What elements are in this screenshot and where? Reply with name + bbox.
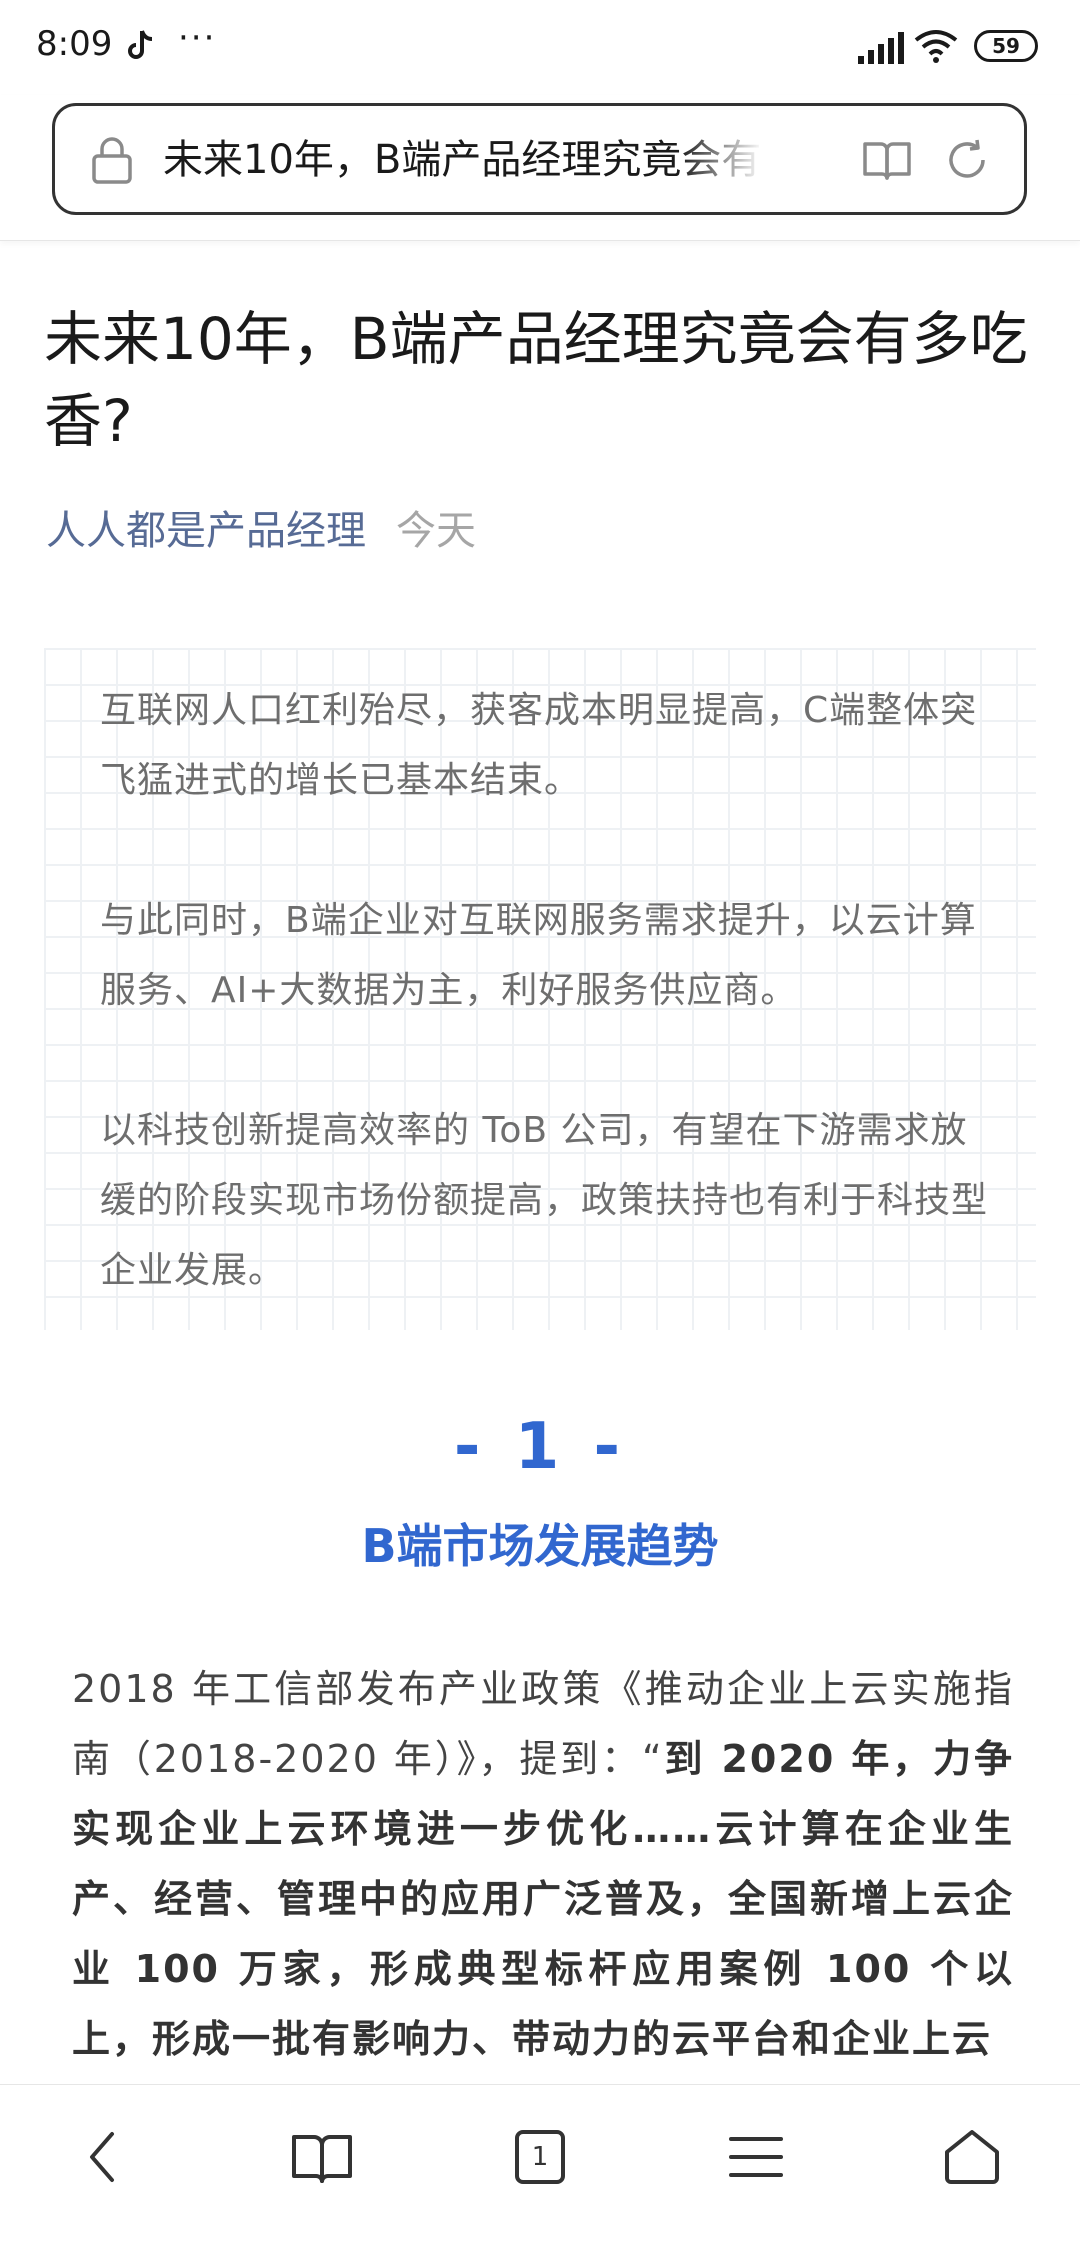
article-meta: 人人都是产品经理 今天 xyxy=(46,498,476,556)
bookmarks-button[interactable] xyxy=(286,2121,358,2193)
status-time: 8:09 xyxy=(36,24,113,64)
intro-paragraph: 互联网人口红利殆尽，获客成本明显提高，C端整体突飞猛进式的增长已基本结束。 xyxy=(100,690,978,801)
signal-icon xyxy=(858,32,904,64)
wifi-icon xyxy=(914,30,958,63)
section-title: B端市场发展趋势 xyxy=(361,1519,719,1573)
author-link[interactable]: 人人都是产品经理 xyxy=(46,508,366,554)
body-paragraph: 2018 年工信部发布产业政策《推动企业上云实施指南（2018-2020 年）》… xyxy=(72,1654,1014,2074)
back-button[interactable] xyxy=(68,2121,140,2193)
home-icon xyxy=(945,2130,999,2184)
back-icon xyxy=(90,2132,114,2182)
status-bar: 8:09 ··· 59 xyxy=(0,0,1080,95)
article-title: 未来10年，B端产品经理究竟会有多吃香? xyxy=(44,305,1028,455)
tabs-icon: 1 xyxy=(515,2130,565,2184)
battery-icon: 59 xyxy=(974,30,1038,62)
bottom-navigation: 1 xyxy=(0,2084,1080,2249)
lock-icon xyxy=(92,137,132,184)
tab-count: 1 xyxy=(531,2142,549,2172)
intro-paragraph: 与此同时，B端企业对互联网服务需求提升，以云计算服务、AI+大数据为主，利好服务… xyxy=(100,900,977,1011)
reload-icon[interactable] xyxy=(943,136,991,184)
status-more-dots: ··· xyxy=(178,18,217,58)
body-text-bold: 到 2020 年，力争实现企业上云环境进一步优化……云计算在企业生产、经营、管理… xyxy=(72,1737,1014,2061)
bookmarks-icon xyxy=(292,2135,352,2183)
menu-icon xyxy=(729,2137,783,2177)
home-button[interactable] xyxy=(936,2121,1008,2193)
tabs-button[interactable]: 1 xyxy=(504,2121,576,2193)
address-bar-title[interactable]: 未来10年，B端产品经理究竟会有多吃香？ xyxy=(163,130,763,190)
address-bar[interactable]: 未来10年，B端产品经理究竟会有多吃香？ xyxy=(52,103,1027,215)
intro-paragraph: 以科技创新提高效率的 ToB 公司，有望在下游需求放缓的阶段实现市场份额提高，政… xyxy=(100,1110,989,1291)
section-number: - 1 - xyxy=(453,1410,627,1484)
browser-toolbar: 未来10年，B端产品经理究竟会有多吃香？ xyxy=(0,95,1080,241)
reader-mode-icon[interactable] xyxy=(861,136,913,184)
publish-date: 今天 xyxy=(396,508,476,554)
tiktok-icon xyxy=(128,30,153,59)
menu-button[interactable] xyxy=(720,2121,792,2193)
